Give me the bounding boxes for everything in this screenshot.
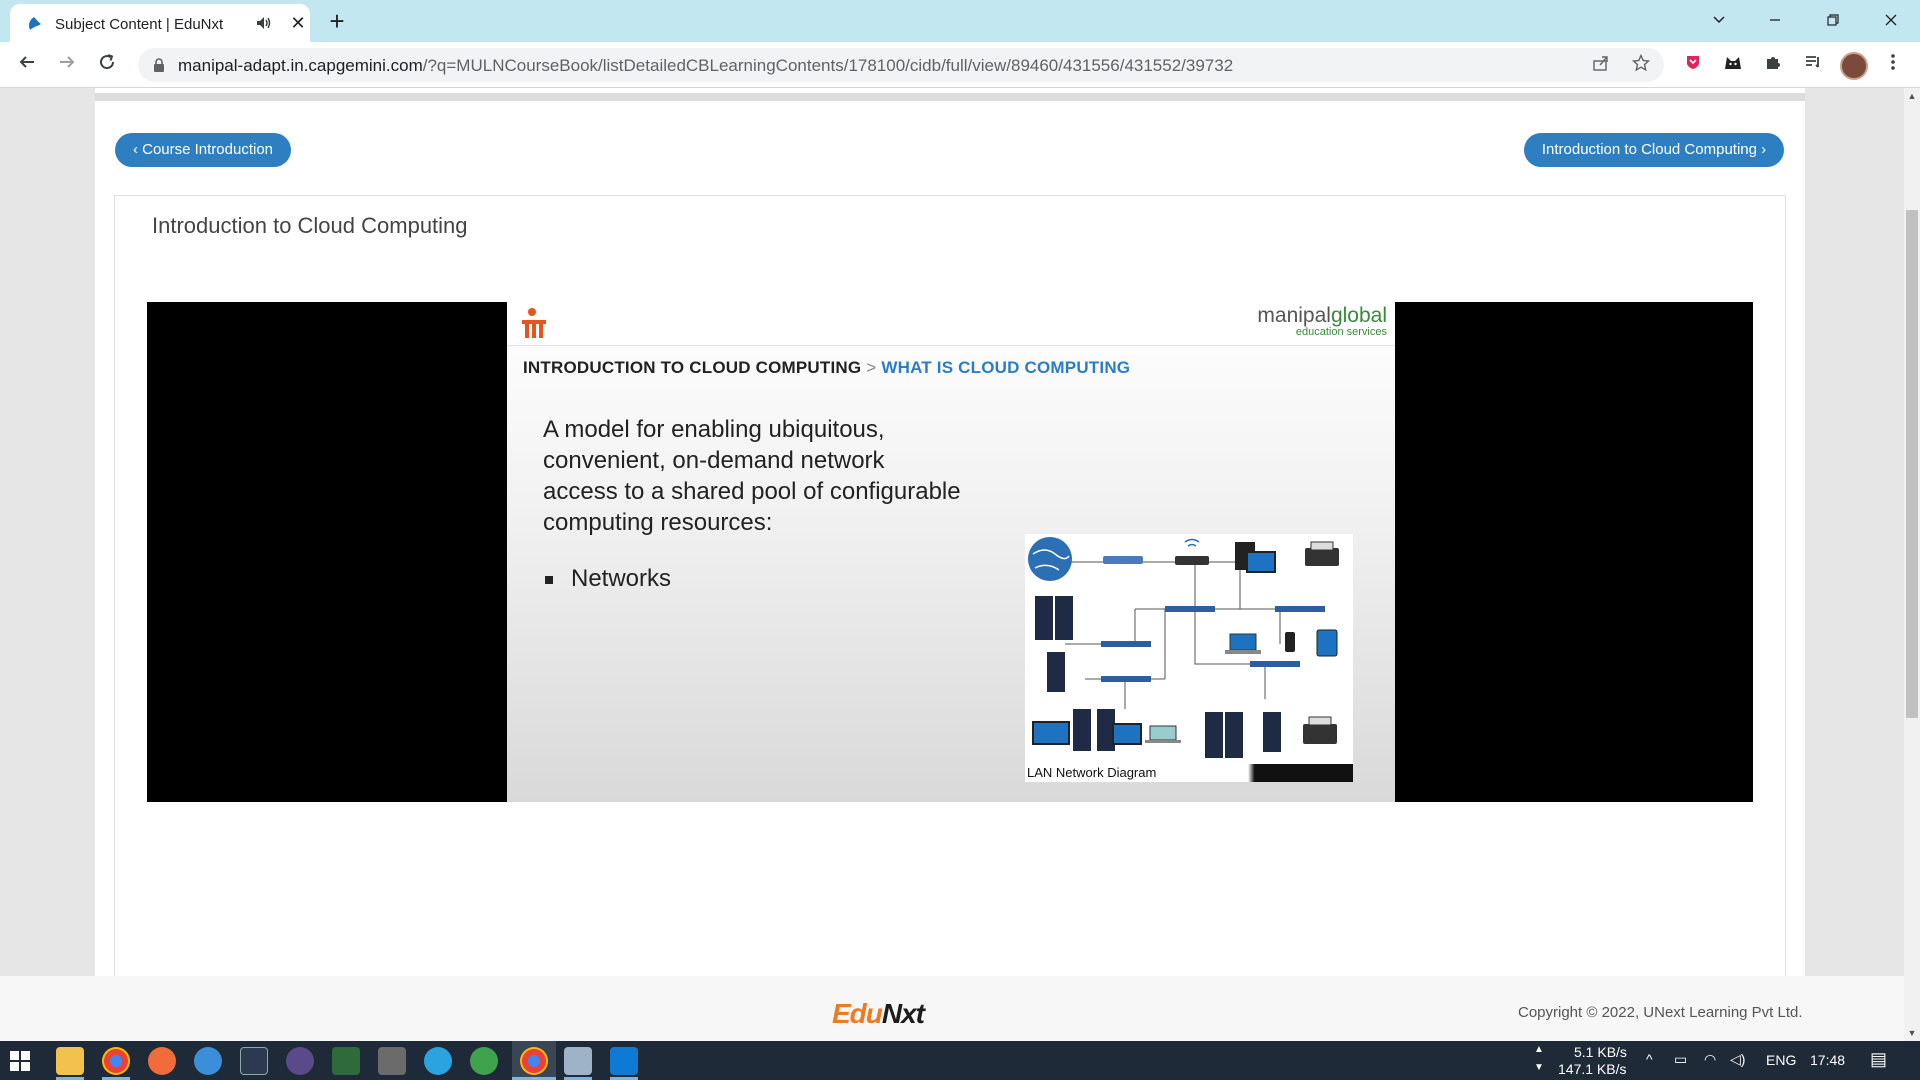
page-viewport: ‹ Course Introduction Introduction to Cl… [0,88,1904,976]
notifications-icon[interactable]: ▤ [1870,1049,1887,1070]
net-up-speed: 5.1 KB/s [1574,1044,1627,1060]
logo-part-a: Edu [832,998,883,1029]
page-footer: EduNxt Copyright © 2022, UNext Learning … [0,976,1904,1041]
net-up-arrow-icon: ▲ [1534,1044,1544,1055]
edunxt-logo: EduNxt [832,998,925,1030]
sync-app-icon[interactable] [470,1047,498,1075]
slide-body-text: A model for enabling ubiquitous, conveni… [543,416,961,536]
url-path: /?q=MULNCourseBook/listDetailedCBLearnin… [422,56,1234,75]
file-explorer-icon[interactable] [56,1047,84,1075]
tab-close-icon[interactable]: ✕ [288,13,308,33]
lesson-title: Introduction to Cloud Computing [152,213,468,238]
slide-crumb-separator: > [866,358,877,377]
forward-arrow-icon[interactable] [52,50,82,80]
net-down-speed: 147.1 KB/s [1558,1061,1627,1077]
scroll-up-arrow-icon[interactable]: ▲ [1904,88,1920,104]
tray-tablet-icon[interactable]: ▭ [1674,1051,1687,1068]
logo-part-b: Nxt [881,998,925,1029]
back-arrow-icon[interactable] [12,50,42,80]
tab-search-chevron-icon[interactable] [1696,4,1742,38]
vscode-icon[interactable] [610,1047,638,1075]
language-indicator[interactable]: ENG [1766,1052,1796,1068]
extension-cat-icon[interactable] [1720,52,1746,78]
slide-crumb-current: WHAT IS CLOUD COMPUTING [881,358,1131,377]
content-top-strip [95,88,1805,101]
bullet-square-icon [545,575,553,584]
clock-time[interactable]: 17:48 [1810,1052,1845,1068]
restore-icon[interactable] [1810,4,1856,38]
windows-taskbar: ▲ ▼ 5.1 KB/s 147.1 KB/s ^ ▭ ◠ ◁) ENG 17:… [0,1041,1920,1080]
profile-avatar[interactable] [1840,52,1868,80]
brand-main: manipal [1257,304,1331,327]
bookmark-star-icon[interactable] [1630,53,1652,76]
scroll-down-arrow-icon[interactable]: ▼ [1904,1025,1920,1041]
chrome-icon[interactable] [102,1047,130,1075]
url-host: manipal-adapt.in.capgemini.com [178,56,423,75]
postman-icon[interactable] [148,1047,176,1075]
volume-icon[interactable]: ◁) [1730,1051,1745,1068]
net-down-arrow-icon: ▼ [1534,1062,1544,1073]
intellij-icon[interactable] [332,1047,360,1075]
windows-start-icon[interactable] [10,1051,30,1071]
slide-header: manipalglobal education services [507,302,1395,346]
lan-network-diagram: LAN Network Diagram [1025,534,1353,782]
close-window-icon[interactable] [1868,4,1914,38]
address-bar[interactable]: manipal-adapt.in.capgemini.com/?q=MULNCo… [138,48,1664,82]
diagram-caption-bar: LAN Network Diagram [1025,764,1353,782]
lan-diagram-graphic [1028,537,1339,758]
slide-breadcrumb: INTRODUCTION TO CLOUD COMPUTING > WHAT I… [523,358,1130,378]
url-text: manipal-adapt.in.capgemini.com/?q=MULNCo… [178,56,1233,76]
slide-bullet-item: Networks [545,565,671,593]
scroll-thumb[interactable] [1906,210,1918,718]
telegram-icon[interactable] [424,1047,452,1075]
browser-tab[interactable]: Subject Content | EduNxt ✕ [10,4,310,42]
chrome-active-icon[interactable] [520,1047,548,1075]
tool-app-icon[interactable] [240,1047,268,1075]
image-viewer-icon[interactable] [564,1047,592,1075]
wifi-icon[interactable]: ◠ [1704,1051,1716,1068]
slide-crumb-section: INTRODUCTION TO CLOUD COMPUTING [523,358,862,377]
video-player[interactable]: manipalglobal education services INTRODU… [147,302,1753,802]
diagram-caption: LAN Network Diagram [1027,765,1157,780]
next-introduction-to-cloud-computing-button[interactable]: Introduction to Cloud Computing › [1524,133,1784,167]
new-tab-button[interactable]: + [322,7,352,37]
tray-chevron-icon[interactable]: ^ [1646,1051,1653,1067]
reading-list-icon[interactable] [1800,52,1826,78]
eclipse-icon[interactable] [286,1047,314,1075]
share-icon[interactable] [1590,54,1612,76]
edunxt-favicon-icon [29,17,41,30]
browser-toolbar: manipal-adapt.in.capgemini.com/?q=MULNCo… [0,42,1920,88]
audio-playing-icon[interactable] [255,14,273,32]
manipalglobal-brand: manipalglobal education services [1257,304,1387,338]
extensions-puzzle-icon[interactable] [1760,52,1786,78]
prev-course-introduction-button[interactable]: ‹ Course Introduction [115,133,291,167]
manipal-logo-icon [522,308,546,338]
brand-main-accent: global [1330,304,1387,327]
tab-title: Subject Content | EduNxt [55,16,224,33]
copyright-text: Copyright © 2022, UNext Learning Pvt Ltd… [1518,1004,1803,1021]
browser-menu-icon[interactable] [1880,52,1906,78]
slide-frame: manipalglobal education services INTRODU… [507,302,1395,802]
browser-tab-strip: Subject Content | EduNxt ✕ + [0,0,1920,42]
reload-icon[interactable] [92,50,122,80]
database-icon[interactable] [378,1047,406,1075]
lock-icon[interactable] [152,57,166,73]
page-scrollbar[interactable]: ▲ ▼ [1904,88,1920,1041]
slide-bullet-text: Networks [571,565,672,592]
firefox-icon[interactable] [194,1047,222,1075]
minimize-icon[interactable] [1752,4,1798,38]
extension-shield-icon[interactable] [1680,52,1706,78]
